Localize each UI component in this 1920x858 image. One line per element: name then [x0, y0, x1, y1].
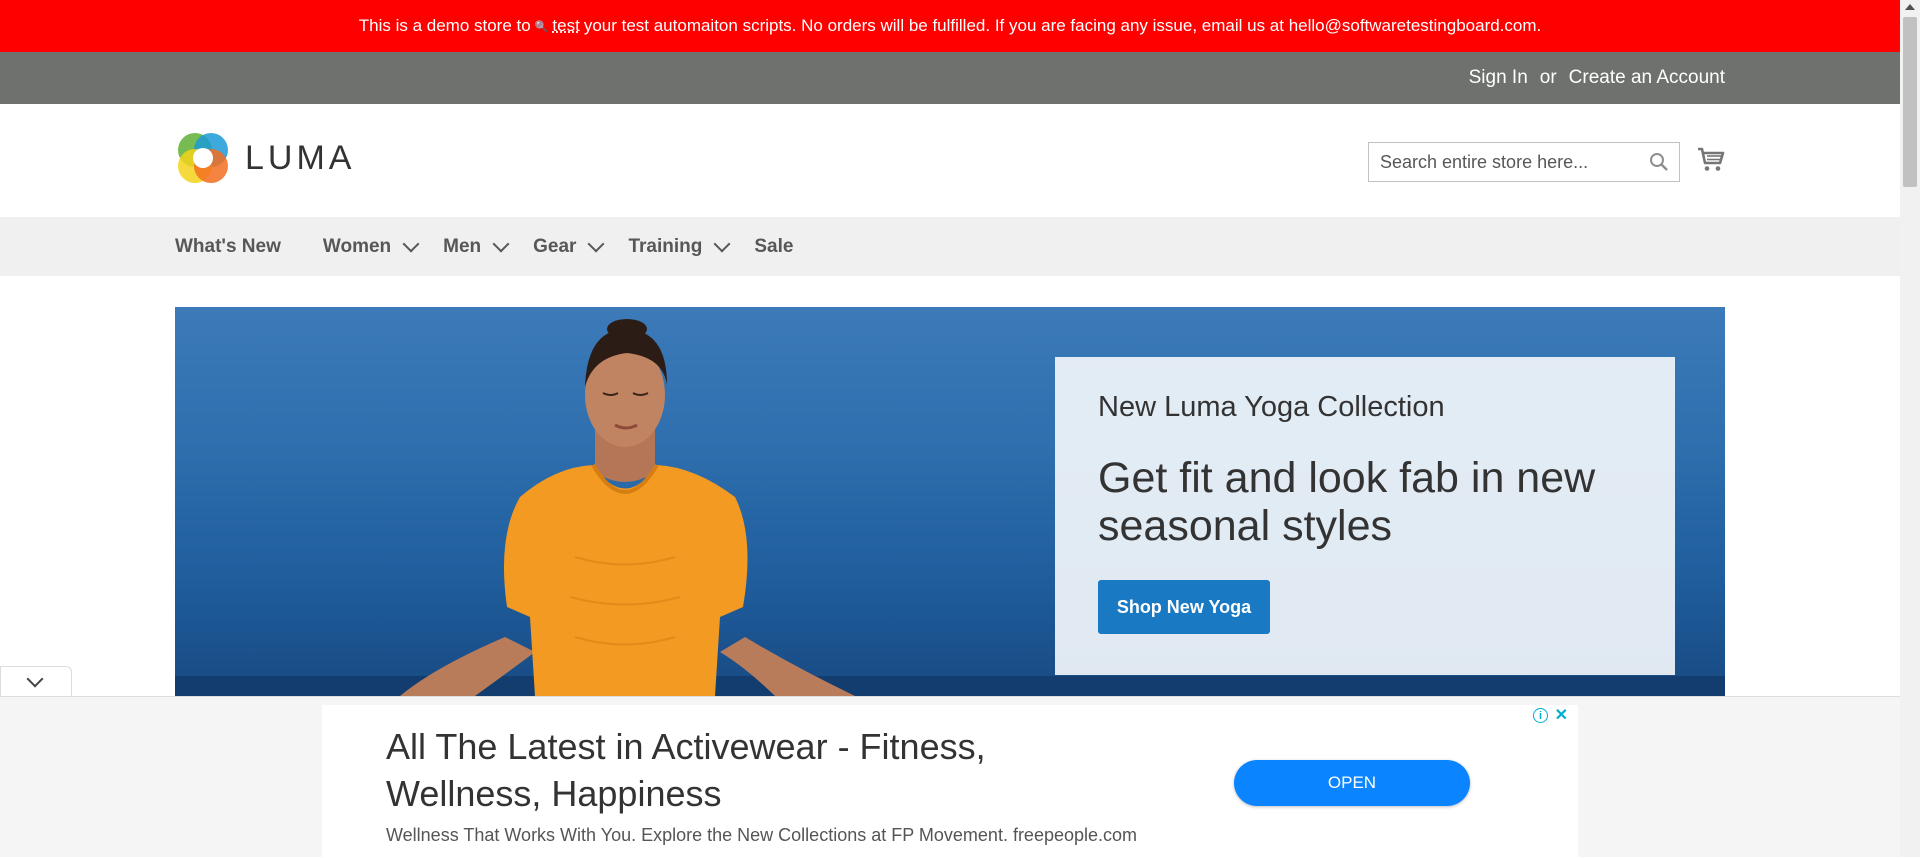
- ad-open-button[interactable]: OPEN: [1234, 760, 1470, 806]
- store-logo[interactable]: LUMA: [175, 130, 355, 186]
- nav-item-label: Men: [443, 235, 482, 257]
- chevron-down-icon: [26, 670, 44, 688]
- hero-subtitle: New Luma Yoga Collection: [1098, 391, 1445, 423]
- hero-yoga-woman-image: [400, 319, 855, 696]
- nav-item-men[interactable]: Men: [443, 235, 510, 258]
- chevron-down-icon: [402, 235, 420, 252]
- shop-new-yoga-button[interactable]: Shop New Yoga: [1098, 580, 1270, 634]
- nav-item-sale[interactable]: Sale: [754, 236, 793, 258]
- nav-item-label: What's New: [175, 235, 281, 257]
- cart-icon[interactable]: [1696, 144, 1726, 174]
- ad-collapse-toggle[interactable]: [0, 666, 72, 696]
- ad-title[interactable]: All The Latest in Activewear - Fitness, …: [386, 723, 1106, 817]
- nav-item-label: Sale: [754, 235, 794, 257]
- search-box: [1368, 142, 1680, 182]
- search-icon[interactable]: [1649, 152, 1669, 172]
- search-icon: 🔍: [534, 20, 549, 33]
- hero-title: Get fit and look fab in new seasonal sty…: [1098, 454, 1596, 550]
- site-header: LUMA: [0, 104, 1900, 217]
- sign-in-link[interactable]: Sign In: [1469, 67, 1528, 89]
- nav-item-women[interactable]: Women: [322, 235, 420, 258]
- nav-item-label: Gear: [533, 235, 577, 257]
- demo-notice-text: This is a demo store to: [358, 16, 531, 35]
- nav-item-training[interactable]: Training: [628, 235, 731, 258]
- demo-notice-banner: This is a demo store to 🔍 test your test…: [0, 0, 1900, 52]
- create-account-link[interactable]: Create an Account: [1569, 67, 1725, 89]
- nav-item-whats-new[interactable]: What's New: [175, 236, 281, 258]
- search-input[interactable]: [1369, 143, 1640, 181]
- nav-item-label: Women: [322, 235, 392, 257]
- hero-banner[interactable]: New Luma Yoga Collection Get fit and loo…: [175, 307, 1725, 696]
- advertisement[interactable]: All The Latest in Activewear - Fitness, …: [322, 705, 1578, 858]
- logo-wordmark: LUMA: [245, 138, 356, 177]
- ad-info-icon[interactable]: i: [1533, 708, 1548, 723]
- demo-notice-text-end: your test automaiton scripts. No orders …: [583, 16, 1542, 35]
- ad-close-icon[interactable]: ✕: [1555, 705, 1568, 725]
- chevron-down-icon: [713, 235, 731, 252]
- hero-promo-card: New Luma Yoga Collection Get fit and loo…: [1055, 357, 1675, 675]
- nav-item-gear[interactable]: Gear: [533, 235, 605, 258]
- chevron-down-icon: [587, 235, 605, 252]
- main-navigation: What's New Women Men Gear Training Sale: [0, 217, 1900, 276]
- chevron-down-icon: [492, 235, 510, 252]
- ad-description[interactable]: Wellness That Works With You. Explore th…: [386, 825, 1137, 846]
- scrollbar-thumb[interactable]: [1903, 17, 1917, 187]
- or-separator: or: [1539, 67, 1557, 88]
- demo-notice-link-word[interactable]: test: [552, 16, 579, 36]
- top-account-bar: Sign In or Create an Account: [0, 52, 1900, 104]
- scroll-up-arrow-icon[interactable]: [1905, 4, 1915, 10]
- account-links: Sign In or Create an Account: [1469, 52, 1725, 104]
- ad-strip: All The Latest in Activewear - Fitness, …: [0, 696, 1900, 858]
- nav-item-label: Training: [628, 235, 703, 257]
- luma-logo-icon: [178, 133, 228, 183]
